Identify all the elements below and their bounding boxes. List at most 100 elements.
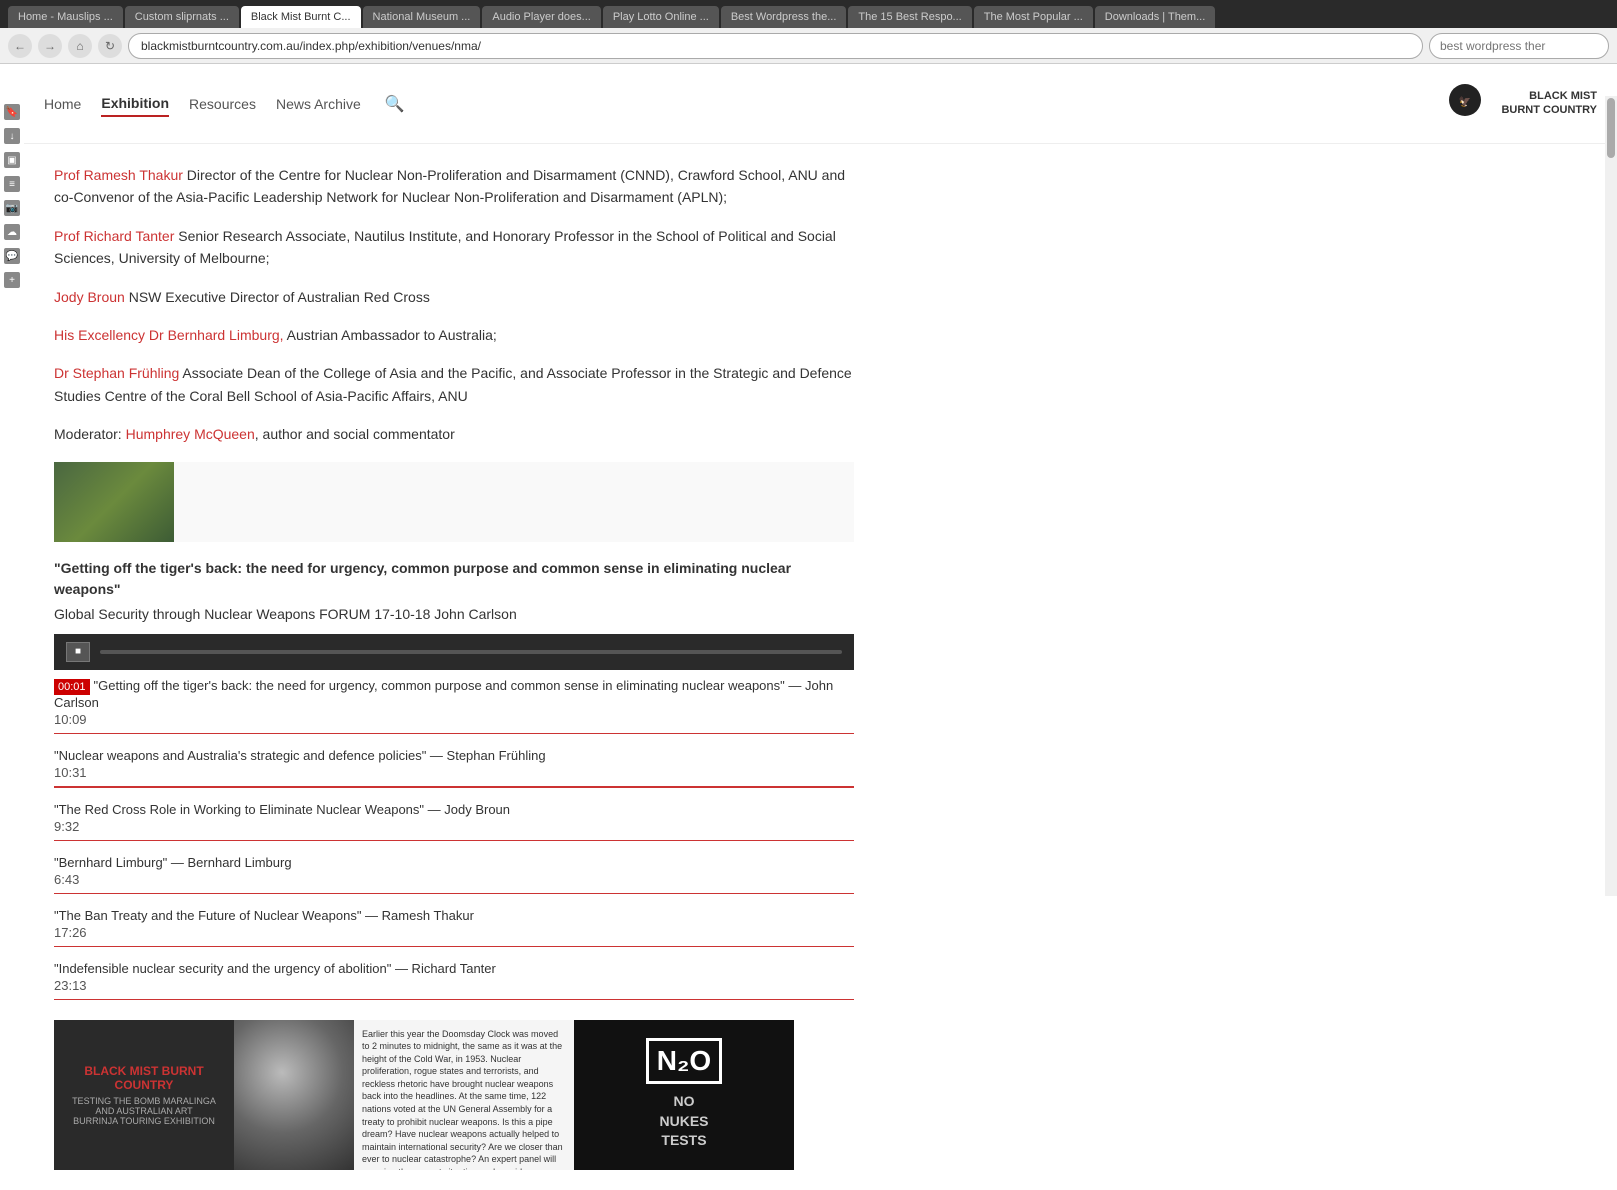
nav-links: Home Exhibition Resources News Archive 🔍 bbox=[44, 90, 1439, 118]
quote-title: "Getting off the tiger's back: the need … bbox=[54, 558, 854, 600]
person-entry-tanter: Prof Richard Tanter Senior Research Asso… bbox=[54, 225, 854, 270]
track-item-6: "Indefensible nuclear security and the u… bbox=[54, 961, 854, 1000]
tab-home[interactable]: Home - Mauslips ... bbox=[8, 6, 123, 28]
list-icon[interactable]: ≡ bbox=[4, 176, 20, 192]
bottom-nuke-sign-img: N₂O NO NUKES TESTS bbox=[574, 1020, 794, 1170]
sidebar-right bbox=[884, 144, 1184, 1190]
reload-button[interactable]: ↻ bbox=[98, 34, 122, 58]
tab-wordpress[interactable]: Best Wordpress the... bbox=[721, 6, 847, 28]
play-button[interactable]: ■ bbox=[66, 642, 90, 662]
track-title-5: "The Ban Treaty and the Future of Nuclea… bbox=[54, 908, 854, 923]
tab-lotto[interactable]: Play Lotto Online ... bbox=[603, 6, 719, 28]
nuke-text: NO NUKES TESTS bbox=[646, 1092, 722, 1151]
track-duration-1: 10:09 bbox=[54, 712, 854, 727]
track-duration-2: 10:31 bbox=[54, 765, 854, 780]
site-wrapper: Home Exhibition Resources News Archive 🔍… bbox=[24, 64, 1617, 1190]
logo-area: 🦅 BLACK MIST BURNT COUNTRY bbox=[1439, 80, 1597, 128]
browser-search-input[interactable] bbox=[1429, 33, 1609, 59]
audio-progress-bar[interactable] bbox=[100, 650, 842, 654]
add-icon[interactable]: + bbox=[4, 272, 20, 288]
person-name-fruhling[interactable]: Dr Stephan Frühling bbox=[54, 365, 179, 381]
browser-toolbar: ← → ⌂ ↻ bbox=[0, 28, 1617, 64]
instagram-icon[interactable]: 📷 bbox=[4, 200, 20, 216]
track-item-3: "The Red Cross Role in Working to Elimin… bbox=[54, 802, 854, 841]
forward-button[interactable]: → bbox=[38, 34, 62, 58]
bottom-description-text: Earlier this year the Doomsday Clock was… bbox=[354, 1020, 574, 1170]
nuke-symbol: N₂O bbox=[646, 1038, 722, 1084]
thumbnail-container bbox=[54, 462, 854, 542]
bottom-logo-img: BLACK MIST BURNT COUNTRY TESTING THE BOM… bbox=[54, 1020, 234, 1170]
tab-custom[interactable]: Custom sliprnats ... bbox=[125, 6, 239, 28]
person-desc-limburg: Austrian Ambassador to Australia; bbox=[287, 327, 497, 343]
content-area: Prof Ramesh Thakur Director of the Centr… bbox=[24, 144, 1617, 1190]
search-icon[interactable]: 🔍 bbox=[381, 90, 409, 118]
track-duration-5: 17:26 bbox=[54, 925, 854, 940]
home-nav-button[interactable]: ⌂ bbox=[68, 34, 92, 58]
person-name-tanter[interactable]: Prof Richard Tanter bbox=[54, 228, 174, 244]
track-title-4: "Bernhard Limburg" — Bernhard Limburg bbox=[54, 855, 854, 870]
logo-line1: BLACK MIST bbox=[1529, 90, 1597, 103]
nav-news-archive[interactable]: News Archive bbox=[276, 92, 361, 116]
track-title-2: "Nuclear weapons and Australia's strateg… bbox=[54, 748, 854, 763]
track-title-6: "Indefensible nuclear security and the u… bbox=[54, 961, 854, 976]
track-duration-4: 6:43 bbox=[54, 872, 854, 887]
track-item-4: "Bernhard Limburg" — Bernhard Limburg 6:… bbox=[54, 855, 854, 894]
audio-player-bar[interactable]: ■ bbox=[54, 634, 854, 670]
current-time-badge: 00:01 bbox=[54, 679, 90, 695]
moderator-line: Moderator: Humphrey McQueen, author and … bbox=[54, 423, 854, 445]
person-desc-broun: NSW Executive Director of Australian Red… bbox=[129, 289, 430, 305]
person-entry-broun: Jody Broun NSW Executive Director of Aus… bbox=[54, 286, 854, 308]
chat-icon[interactable]: 💬 bbox=[4, 248, 20, 264]
person-name-thakur[interactable]: Prof Ramesh Thakur bbox=[54, 167, 183, 183]
left-sidebar: 🔖 ↓ ▣ ≡ 📷 ☁ 💬 + bbox=[0, 96, 24, 296]
track-title-3: "The Red Cross Role in Working to Elimin… bbox=[54, 802, 854, 817]
main-content: Prof Ramesh Thakur Director of the Centr… bbox=[24, 144, 884, 1190]
quote-subtitle: Global Security through Nuclear Weapons … bbox=[54, 606, 854, 622]
site-nav: Home Exhibition Resources News Archive 🔍… bbox=[24, 64, 1617, 144]
scrollbar-thumb[interactable] bbox=[1607, 98, 1615, 158]
bookmark-icon[interactable]: 🔖 bbox=[4, 104, 20, 120]
tab-popular[interactable]: The Most Popular ... bbox=[974, 6, 1093, 28]
logo-line2: BURNT COUNTRY bbox=[1501, 104, 1597, 117]
logo-text: BLACK MIST BURNT COUNTRY bbox=[1501, 90, 1597, 116]
bottom-sphere-img bbox=[234, 1020, 354, 1170]
moderator-desc: , author and social commentator bbox=[255, 426, 455, 442]
moderator-label: Moderator: bbox=[54, 426, 122, 442]
person-entry-thakur: Prof Ramesh Thakur Director of the Centr… bbox=[54, 164, 854, 209]
tab-blackmist[interactable]: Black Mist Burnt C... bbox=[241, 6, 361, 28]
bottom-logo-subtitle: TESTING THE BOMB MARALINGA AND AUSTRALIA… bbox=[64, 1096, 224, 1126]
window-icon[interactable]: ▣ bbox=[4, 152, 20, 168]
back-button[interactable]: ← bbox=[8, 34, 32, 58]
now-playing-title: 00:01"Getting off the tiger's back: the … bbox=[54, 678, 854, 710]
tab-downloads[interactable]: Downloads | Them... bbox=[1095, 6, 1215, 28]
scrollbar-track[interactable] bbox=[1605, 96, 1617, 896]
moderator-name[interactable]: Humphrey McQueen bbox=[126, 426, 255, 442]
site-logo: 🦅 bbox=[1439, 80, 1491, 128]
video-thumbnail[interactable] bbox=[54, 462, 174, 542]
address-bar[interactable] bbox=[128, 33, 1423, 59]
tab-national[interactable]: National Museum ... bbox=[363, 6, 481, 28]
now-playing-track: 00:01"Getting off the tiger's back: the … bbox=[54, 678, 854, 734]
person-entry-fruhling: Dr Stephan Frühling Associate Dean of th… bbox=[54, 362, 854, 407]
nav-resources[interactable]: Resources bbox=[189, 92, 256, 116]
bottom-images-row: BLACK MIST BURNT COUNTRY TESTING THE BOM… bbox=[54, 1020, 854, 1170]
cloud-icon[interactable]: ☁ bbox=[4, 224, 20, 240]
track-item-5: "The Ban Treaty and the Future of Nuclea… bbox=[54, 908, 854, 947]
tab-responsive[interactable]: The 15 Best Respo... bbox=[848, 6, 971, 28]
person-name-broun[interactable]: Jody Broun bbox=[54, 289, 125, 305]
person-name-limburg[interactable]: His Excellency Dr Bernhard Limburg, bbox=[54, 327, 284, 343]
svg-text:🦅: 🦅 bbox=[1459, 95, 1471, 108]
bottom-text-content: Earlier this year the Doomsday Clock was… bbox=[362, 1028, 566, 1170]
tab-audio[interactable]: Audio Player does... bbox=[482, 6, 600, 28]
browser-tabs: Home - Mauslips ... Custom sliprnats ...… bbox=[0, 0, 1617, 28]
nav-home[interactable]: Home bbox=[44, 92, 81, 116]
track-item-2: "Nuclear weapons and Australia's strateg… bbox=[54, 748, 854, 788]
thumbnail-image bbox=[54, 462, 174, 542]
thumbnail-spacer bbox=[174, 462, 854, 542]
person-entry-limburg: His Excellency Dr Bernhard Limburg, Aust… bbox=[54, 324, 854, 346]
bottom-logo-brand: BLACK MIST BURNT COUNTRY bbox=[64, 1064, 224, 1092]
nav-exhibition[interactable]: Exhibition bbox=[101, 91, 169, 117]
down-icon[interactable]: ↓ bbox=[4, 128, 20, 144]
track-duration-3: 9:32 bbox=[54, 819, 854, 834]
track-duration-6: 23:13 bbox=[54, 978, 854, 993]
